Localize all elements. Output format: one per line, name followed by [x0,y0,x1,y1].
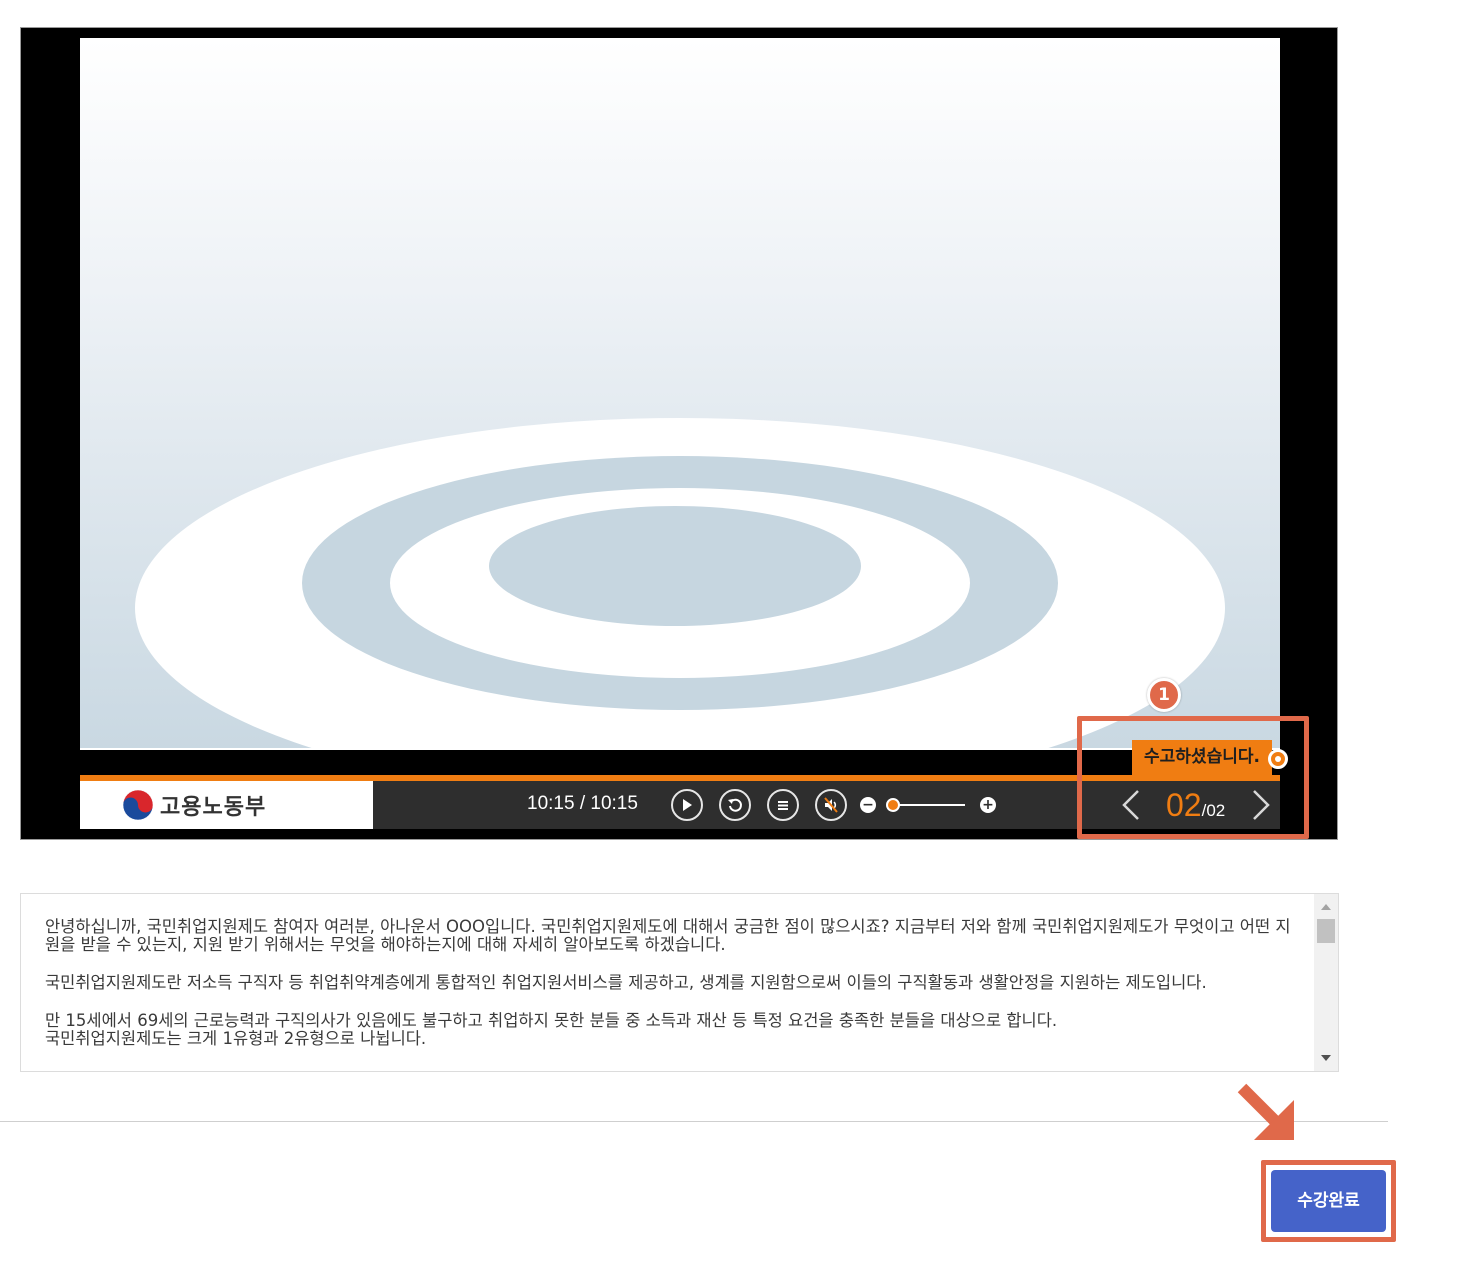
scroll-thumb[interactable] [1317,919,1335,943]
slide-background [80,38,1280,750]
volume-up-button[interactable]: + [980,797,996,813]
transcript-paragraph: 국민취업지원제도란 저소득 구직자 등 취업취약계층에게 통합적인 취업지원서비… [45,973,1207,992]
menu-icon [778,801,788,810]
volume-slider[interactable] [897,804,965,806]
replay-button[interactable] [719,789,751,821]
transcript-text: 안녕하십니까, 국민취업지원제도 참여자 여러분, 아나운서 OOO입니다. 국… [45,918,1293,1068]
scroll-up-icon[interactable] [1321,904,1331,910]
transcript-box[interactable]: 안녕하십니까, 국민취업지원제도 참여자 여러분, 아나운서 OOO입니다. 국… [20,893,1339,1072]
mute-button[interactable] [815,789,847,821]
annotation-marker: 1 [1147,678,1181,712]
transcript-paragraph: 만 15세에서 69세의 근로능력과 구직의사가 있음에도 불구하고 취업하지 … [45,1011,1058,1030]
ministry-name: 고용노동부 [160,795,267,820]
volume-handle[interactable] [886,798,900,812]
taegeuk-logo-icon [122,789,154,821]
menu-button[interactable] [767,789,799,821]
mute-icon [824,797,838,813]
arrow-down-right-icon [1237,1083,1294,1140]
scroll-down-icon[interactable] [1321,1055,1331,1061]
annotation-highlight-box [1077,716,1309,839]
divider [0,1121,1388,1122]
replay-icon [728,798,742,812]
transcript-scrollbar[interactable] [1314,894,1338,1071]
complete-button-highlight: 수강완료 [1261,1160,1396,1242]
play-icon [683,799,692,811]
transcript-paragraph: 안녕하십니까, 국민취업지원제도 참여자 여러분, 아나운서 OOO입니다. 국… [45,917,1291,954]
transcript-paragraph: 국민취업지원제도는 크게 1유형과 2유형으로 나뉩니다. [45,1029,427,1048]
play-button[interactable] [671,789,703,821]
slide-area [80,38,1280,750]
volume-down-button[interactable]: − [860,797,876,813]
complete-course-button[interactable]: 수강완료 [1271,1170,1386,1232]
playback-time: 10:15 / 10:15 [527,793,638,814]
ministry-logo: 고용노동부 [80,781,373,829]
